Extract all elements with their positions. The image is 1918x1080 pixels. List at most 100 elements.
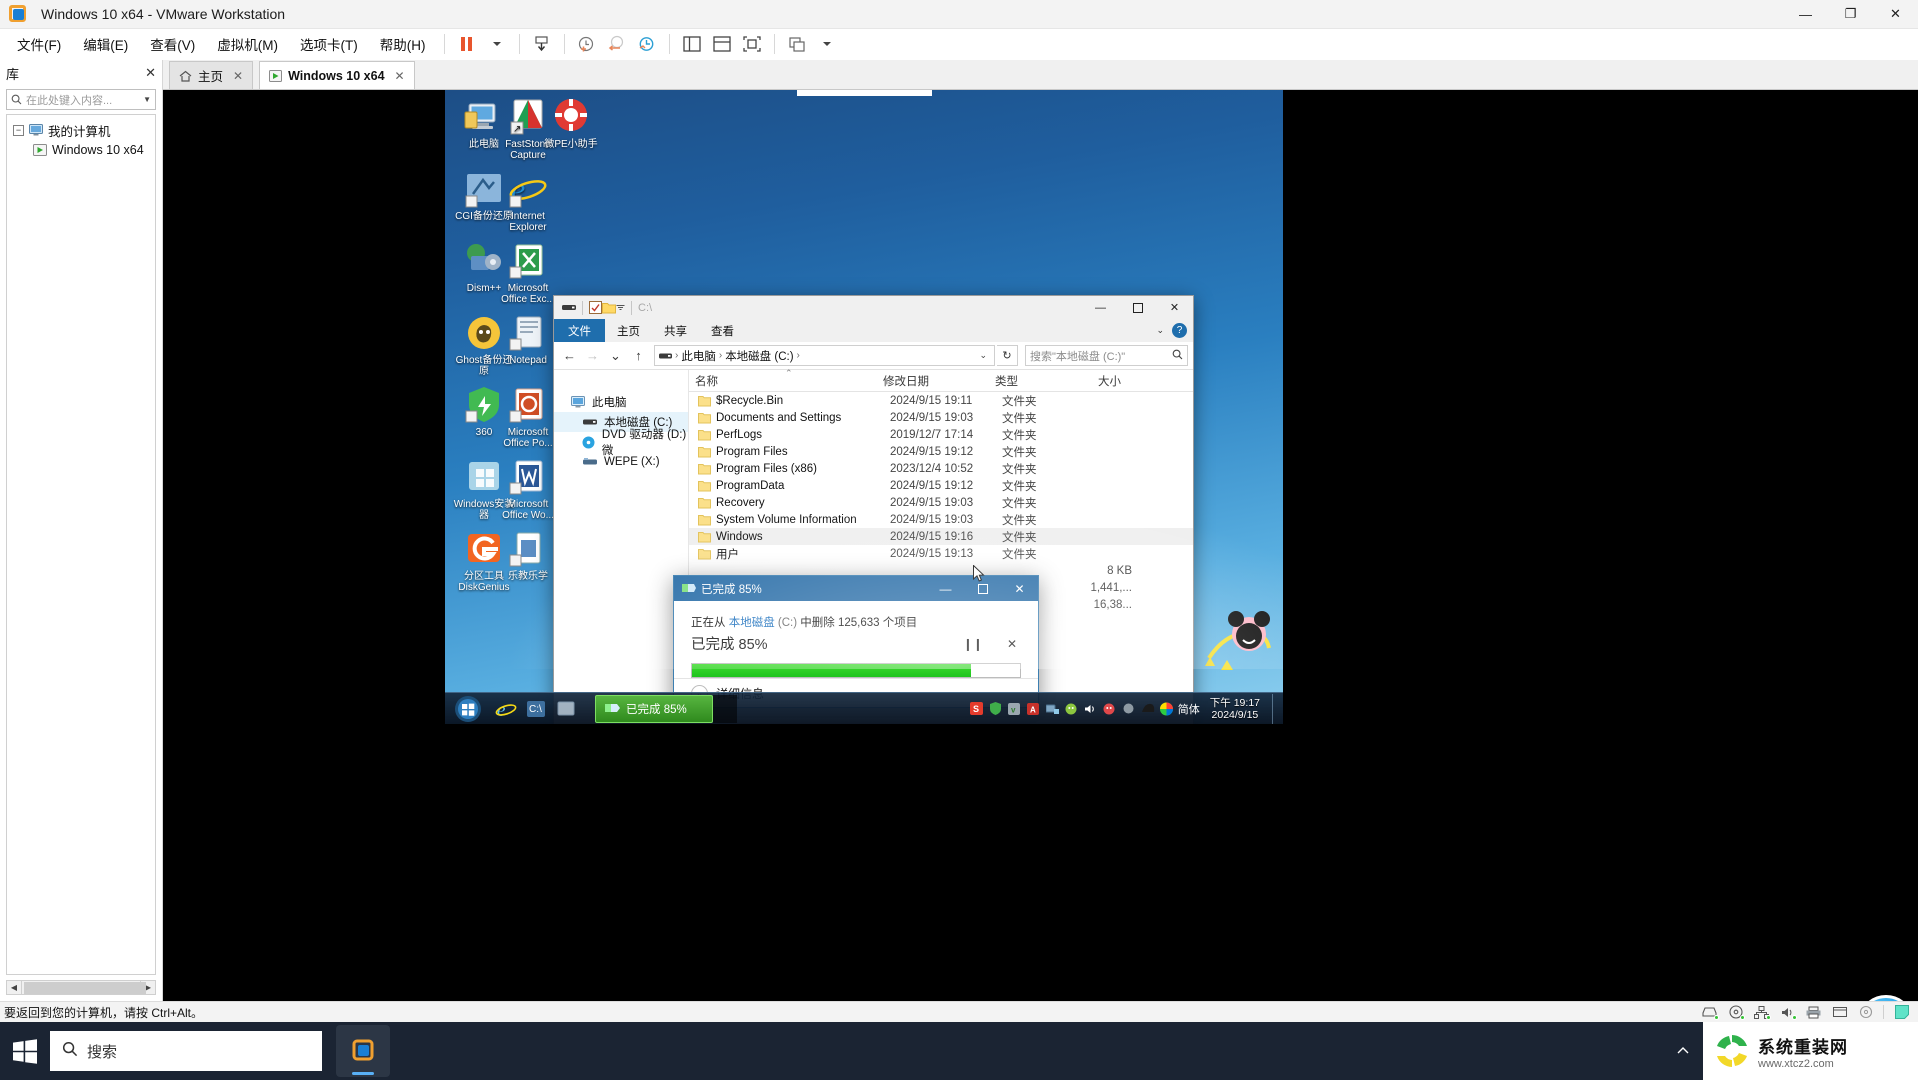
table-row[interactable]: ProgramData 2024/9/15 19:12 文件夹 bbox=[689, 477, 1193, 494]
vmware-minimize-button[interactable]: — bbox=[1783, 0, 1828, 29]
progress-dialog-minimize-button[interactable]: — bbox=[927, 576, 964, 601]
ribbon-collapse-icon[interactable]: ⌄ bbox=[1156, 325, 1164, 336]
desktop-icon-office-powerpoint[interactable]: Microsoft Office Po... bbox=[497, 384, 559, 449]
vmware-close-button[interactable]: ✕ bbox=[1873, 0, 1918, 29]
quicklaunch-cdrive-icon[interactable]: C:\ bbox=[521, 694, 551, 724]
table-row[interactable]: System Volume Information 2024/9/15 19:03… bbox=[689, 511, 1193, 528]
ribbon-tab-share[interactable]: 共享 bbox=[652, 319, 699, 342]
desktop-icon-notepad[interactable]: Notepad bbox=[497, 312, 559, 366]
notes-icon[interactable] bbox=[1893, 1005, 1910, 1020]
drive-icon[interactable] bbox=[562, 302, 576, 313]
pause-button[interactable]: ❙❙ bbox=[963, 637, 983, 651]
tab-windows10-x64[interactable]: Windows 10 x64 ✕ bbox=[259, 61, 415, 89]
guest-desktop[interactable]: 此电脑 ↗ FastStone Capture 微PE小助手 CGI备份还原 e… bbox=[445, 90, 1283, 724]
network-icon[interactable] bbox=[1045, 701, 1060, 716]
show-library-icon[interactable] bbox=[677, 31, 707, 57]
pause-icon[interactable] bbox=[452, 31, 482, 57]
hard-disk-icon[interactable] bbox=[1701, 1005, 1719, 1020]
shadow-icon[interactable] bbox=[1140, 701, 1155, 716]
library-horizontal-scrollbar[interactable]: ◀ ▶ bbox=[6, 979, 156, 996]
breadcrumb-dropdown-icon[interactable]: ⌄ bbox=[976, 350, 990, 361]
tab-home[interactable]: 主页 ✕ bbox=[169, 61, 254, 89]
search-input[interactable]: 搜索 bbox=[50, 1031, 322, 1071]
column-header-name[interactable]: 名称 bbox=[689, 373, 877, 389]
ime-indicator[interactable]: 简体 bbox=[1178, 701, 1200, 717]
search-input[interactable]: 搜索"本地磁盘 (C:)" bbox=[1025, 345, 1188, 366]
desktop-icon-weipe-assistant[interactable]: 微PE小助手 bbox=[540, 96, 602, 150]
column-header-date[interactable]: 修改日期 bbox=[877, 373, 989, 389]
taskbar-app-vmware[interactable] bbox=[336, 1025, 390, 1077]
breadcrumb-this-pc[interactable]: 此电脑 bbox=[681, 348, 716, 364]
sound-icon[interactable] bbox=[1779, 1005, 1797, 1020]
table-row[interactable]: Program Files 2024/9/15 19:12 文件夹 bbox=[689, 443, 1193, 460]
menu-tabs[interactable]: 选项卡(T) bbox=[289, 30, 369, 58]
explorer-maximize-button[interactable] bbox=[1119, 296, 1156, 319]
power-icon[interactable] bbox=[527, 31, 557, 57]
quicklaunch-show-desktop-icon[interactable] bbox=[551, 694, 581, 724]
back-button[interactable]: ← bbox=[559, 345, 580, 366]
show-thumbnail-bar-icon[interactable] bbox=[707, 31, 737, 57]
table-row[interactable]: Documents and Settings 2024/9/15 19:03 文件夹 bbox=[689, 409, 1193, 426]
ribbon-tab-home[interactable]: 主页 bbox=[605, 319, 652, 342]
menu-help[interactable]: 帮助(H) bbox=[369, 30, 437, 58]
taskbar-button-delete-progress[interactable]: 已完成 85% bbox=[595, 694, 713, 723]
tab-home-close-icon[interactable]: ✕ bbox=[233, 69, 243, 83]
progress-dialog-close-button[interactable]: ✕ bbox=[1001, 576, 1038, 601]
chevron-up-icon[interactable] bbox=[1676, 1044, 1690, 1058]
breadcrumb-local-disk-c[interactable]: 本地磁盘 (C:) bbox=[725, 348, 793, 364]
progress-source-link[interactable]: 本地磁盘 bbox=[729, 617, 775, 629]
menu-file[interactable]: 文件(F) bbox=[6, 30, 72, 58]
forward-button[interactable]: → bbox=[582, 345, 603, 366]
nav-dvd-drive-d[interactable]: DVD 驱动器 (D:) 微 bbox=[554, 429, 688, 457]
refresh-button[interactable]: ↻ bbox=[997, 345, 1018, 366]
search-icon[interactable] bbox=[1172, 349, 1183, 363]
table-row[interactable]: Program Files (x86) 2023/12/4 10:52 文件夹 bbox=[689, 460, 1193, 477]
column-header-type[interactable]: 类型 bbox=[989, 373, 1057, 389]
vm-screen-canvas[interactable]: 此电脑 ↗ FastStone Capture 微PE小助手 CGI备份还原 e… bbox=[163, 90, 1918, 1001]
fullscreen-icon[interactable] bbox=[737, 31, 767, 57]
volume-icon[interactable] bbox=[1083, 701, 1098, 716]
host-taskbar[interactable]: 搜索 中 S 2 系统重装网 www.xtcz2.com bbox=[0, 1022, 1918, 1080]
help-icon[interactable]: ? bbox=[1172, 323, 1187, 338]
desktop-icon-internet-explorer[interactable]: e Internet Explorer bbox=[497, 168, 559, 233]
table-row[interactable]: 用户 2024/9/15 19:13 文件夹 bbox=[689, 545, 1193, 562]
acrobat-icon[interactable]: A bbox=[1026, 701, 1041, 716]
floppy-icon[interactable] bbox=[1857, 1005, 1874, 1020]
recording-timer[interactable]: 02:46 bbox=[1858, 995, 1914, 1001]
breadcrumb[interactable]: › 此电脑 › 本地磁盘 (C:) › ⌄ bbox=[654, 345, 995, 366]
usb-icon[interactable] bbox=[1831, 1005, 1848, 1020]
guest-clock[interactable]: 下午 19:17 2024/9/15 bbox=[1210, 697, 1260, 721]
table-row[interactable]: Recovery 2024/9/15 19:03 文件夹 bbox=[689, 494, 1193, 511]
library-search-input[interactable]: 在此处键入内容... ▼ bbox=[6, 89, 156, 110]
menu-edit[interactable]: 编辑(E) bbox=[72, 30, 139, 58]
desktop-icon-office-word[interactable]: Microsoft Office Wo... bbox=[497, 456, 559, 521]
scrollbar-thumb[interactable] bbox=[24, 982, 146, 994]
desktop-icon-office-excel[interactable]: Microsoft Office Exc... bbox=[497, 240, 559, 305]
color-wheel-icon[interactable] bbox=[1159, 701, 1174, 716]
snapshot-manager-icon[interactable] bbox=[632, 31, 662, 57]
tab-windows10-x64-close-icon[interactable]: ✕ bbox=[395, 69, 405, 83]
snapshot-revert-icon[interactable] bbox=[602, 31, 632, 57]
explorer-close-button[interactable]: ✕ bbox=[1156, 296, 1193, 319]
cancel-button[interactable]: ✕ bbox=[1007, 637, 1017, 651]
nav-this-pc[interactable]: 此电脑 bbox=[554, 392, 688, 412]
show-desktop-button[interactable] bbox=[1272, 693, 1279, 724]
table-row[interactable]: PerfLogs 2019/12/7 17:14 文件夹 bbox=[689, 426, 1193, 443]
tree-vm-windows10[interactable]: Windows 10 x64 bbox=[7, 140, 155, 160]
ribbon-tab-view[interactable]: 查看 bbox=[699, 319, 746, 342]
menu-vm[interactable]: 虚拟机(M) bbox=[206, 30, 289, 58]
cd-dvd-icon[interactable] bbox=[1727, 1005, 1745, 1020]
scrollbar-track[interactable] bbox=[22, 980, 146, 995]
snapshot-take-icon[interactable] bbox=[572, 31, 602, 57]
up-button[interactable]: ↑ bbox=[628, 345, 649, 366]
column-header-size[interactable]: 大小 bbox=[1057, 373, 1127, 389]
red-icon[interactable] bbox=[1102, 701, 1117, 716]
v-icon[interactable]: v bbox=[1007, 701, 1022, 716]
tree-my-computer[interactable]: − 我的计算机 bbox=[7, 120, 155, 140]
network-icon[interactable] bbox=[1753, 1005, 1771, 1020]
guest-taskbar[interactable]: e C:\ 已完成 85% S v A 简体 下午 19:17 2024/9/1… bbox=[445, 692, 1283, 724]
unity-icon[interactable] bbox=[782, 31, 812, 57]
table-row[interactable]: $Recycle.Bin 2024/9/15 19:11 文件夹 bbox=[689, 392, 1193, 409]
customize-dropdown-icon[interactable] bbox=[616, 304, 625, 311]
new-folder-icon[interactable] bbox=[602, 302, 616, 314]
